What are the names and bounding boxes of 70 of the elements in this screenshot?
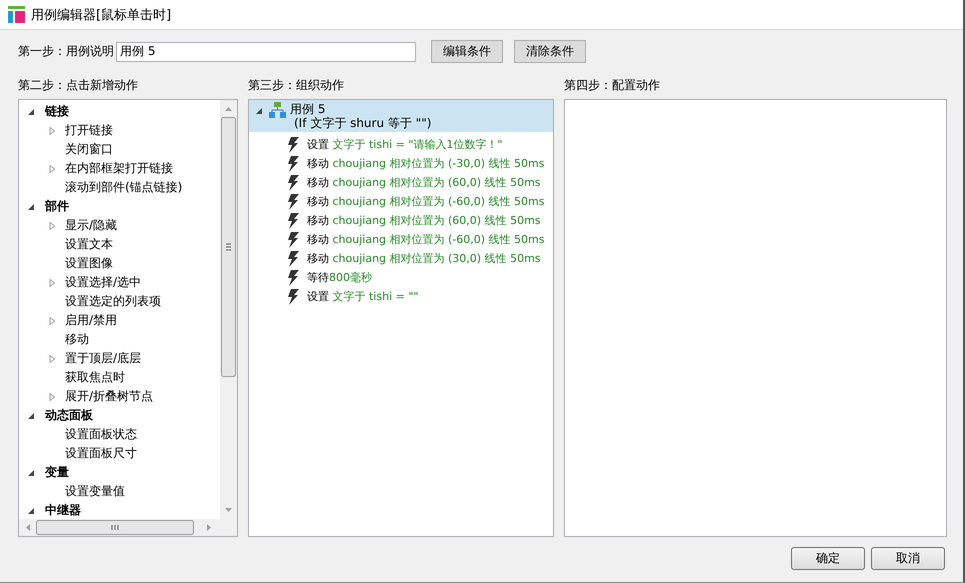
tree-group[interactable]: 变量 — [45, 464, 69, 481]
case-description-field[interactable]: 用例 5 — [116, 42, 416, 62]
clear-conditions-button[interactable]: 清除条件 — [514, 40, 586, 63]
lightning-icon — [287, 194, 299, 210]
horizontal-scrollbar[interactable] — [19, 519, 221, 536]
collapse-icon[interactable] — [27, 468, 35, 476]
expand-icon[interactable] — [48, 222, 56, 230]
action-item[interactable]: 移动 choujiang 相对位置为 (-30,0) 线性 50ms — [307, 156, 544, 171]
action-item[interactable]: 移动 choujiang 相对位置为 (-60,0) 线性 50ms — [307, 194, 544, 209]
tree-group[interactable]: 动态面板 — [45, 407, 93, 424]
case-icon — [269, 102, 286, 118]
expand-icon[interactable] — [48, 126, 56, 134]
tree-item[interactable]: 设置面板尺寸 — [65, 445, 137, 462]
action-item[interactable]: 设置 文字于 tishi = "请输入1位数字！" — [307, 137, 502, 152]
tree-group[interactable]: 部件 — [45, 198, 69, 215]
window-title: 用例编辑器[鼠标单击时] — [31, 6, 172, 24]
step-label: 第三步：组织动作 — [248, 77, 345, 93]
tree-item[interactable]: 启用/禁用 — [65, 312, 118, 329]
lightning-icon — [287, 250, 299, 266]
tree-item[interactable]: 打开链接 — [65, 122, 113, 139]
tree-group[interactable]: 链接 — [45, 103, 69, 120]
tree-group[interactable]: 中继器 — [45, 502, 81, 519]
edit-conditions-button[interactable]: 编辑条件 — [431, 40, 503, 63]
tree-item[interactable]: 在内部框架打开链接 — [65, 160, 173, 177]
ok-button[interactable]: 确定 — [791, 547, 865, 570]
tree-item[interactable]: 显示/隐藏 — [65, 217, 118, 234]
expand-icon[interactable] — [48, 316, 56, 324]
tree-item[interactable]: 关闭窗口 — [65, 141, 113, 158]
lightning-icon — [287, 212, 299, 228]
vertical-scrollbar[interactable] — [220, 100, 237, 536]
action-item[interactable]: 移动 choujiang 相对位置为 (-60,0) 线性 50ms — [307, 232, 544, 247]
action-item[interactable]: 移动 choujiang 相对位置为 (30,0) 线性 50ms — [307, 251, 541, 266]
tree-item[interactable]: 设置选择/选中 — [65, 274, 142, 291]
cancel-button[interactable]: 取消 — [871, 547, 945, 570]
action-item[interactable]: 移动 choujiang 相对位置为 (60,0) 线性 50ms — [307, 213, 541, 228]
lightning-icon — [287, 174, 299, 190]
tree-item[interactable]: 滚动到部件(锚点链接) — [65, 179, 182, 196]
tree-item[interactable]: 获取焦点时 — [65, 369, 125, 386]
expand-icon[interactable] — [48, 392, 56, 400]
step-label: 第二步：点击新增动作 — [18, 77, 139, 93]
action-item[interactable]: 移动 choujiang 相对位置为 (60,0) 线性 50ms — [307, 175, 541, 190]
app-icon — [8, 6, 25, 23]
tree-item[interactable]: 设置选定的列表项 — [65, 293, 161, 310]
collapse-icon[interactable] — [27, 202, 35, 210]
lightning-icon — [287, 288, 299, 304]
tree-item[interactable]: 设置变量值 — [65, 483, 125, 500]
expand-icon[interactable] — [48, 278, 56, 286]
tree-item[interactable]: 置于顶层/底层 — [65, 350, 142, 367]
expand-icon[interactable] — [48, 164, 56, 172]
lightning-icon — [287, 156, 299, 172]
action-item[interactable]: 等待800毫秒 — [307, 270, 372, 285]
tree-item[interactable]: 展开/折叠树节点 — [65, 388, 154, 405]
collapse-icon[interactable] — [27, 506, 35, 514]
lightning-icon — [287, 136, 299, 152]
expand-icon[interactable] — [48, 354, 56, 362]
lightning-icon — [287, 270, 299, 286]
action-item[interactable]: 设置 文字于 tishi = "" — [307, 289, 418, 304]
step-label: 第一步：用例说明 — [18, 43, 114, 60]
tree-item[interactable]: 设置面板状态 — [65, 426, 137, 443]
case-name: 用例 5 — [290, 102, 326, 116]
case-condition: (If 文字于 shuru 等于 "") — [294, 116, 432, 130]
case-row[interactable]: 用例 5 (If 文字于 shuru 等于 "") — [249, 100, 553, 132]
lightning-icon — [287, 232, 299, 248]
collapse-icon[interactable] — [255, 107, 263, 115]
tree-item[interactable]: 设置文本 — [65, 236, 113, 253]
tree-item[interactable]: 移动 — [65, 331, 89, 348]
tree-item[interactable]: 设置图像 — [65, 255, 113, 272]
collapse-icon[interactable] — [27, 412, 35, 420]
collapse-icon[interactable] — [27, 108, 35, 116]
step-label: 第四步：配置动作 — [564, 77, 661, 93]
